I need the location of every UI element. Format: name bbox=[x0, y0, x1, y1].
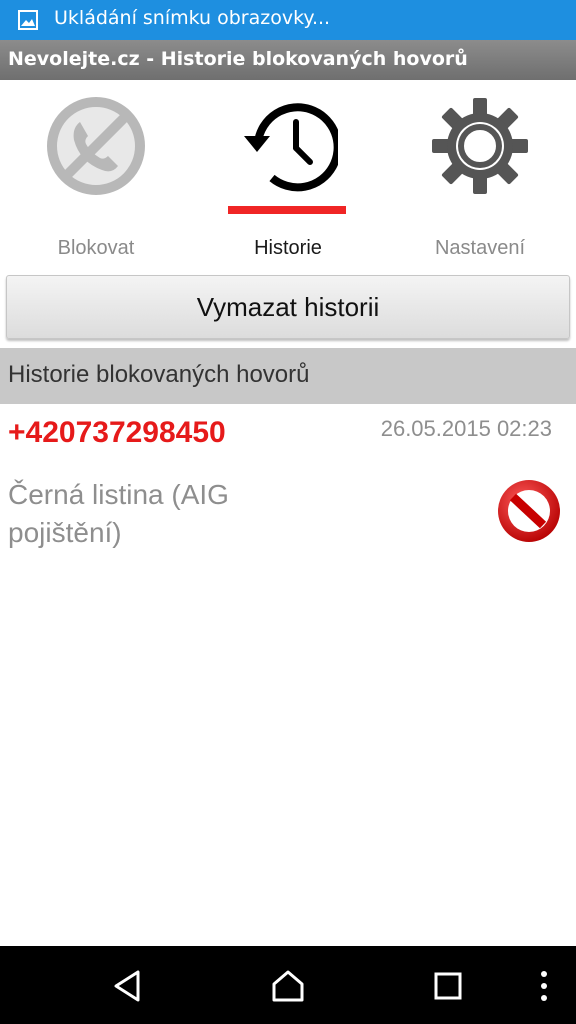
active-tab-indicator bbox=[228, 206, 346, 214]
tab-blokovat[interactable]: Blokovat bbox=[0, 80, 192, 270]
back-icon[interactable] bbox=[110, 968, 146, 1004]
tab-label-nastaveni: Nastavení bbox=[434, 237, 526, 259]
blocked-phone-icon bbox=[47, 97, 145, 195]
app-title-bar: Nevolejte.cz - Historie blokovaných hovo… bbox=[0, 40, 576, 80]
section-title: Historie blokovaných hovorů bbox=[8, 361, 310, 388]
image-icon bbox=[18, 10, 38, 30]
phone-number: +420737298450 bbox=[8, 416, 226, 449]
gear-icon bbox=[432, 98, 528, 194]
status-bar: Ukládání snímku obrazovky... bbox=[0, 0, 576, 40]
home-icon[interactable] bbox=[270, 968, 306, 1004]
call-datetime: 26.05.2015 02:23 bbox=[380, 416, 552, 441]
no-entry-icon bbox=[498, 480, 560, 542]
app-title: Nevolejte.cz - Historie blokovaných hovo… bbox=[8, 48, 468, 70]
history-clock-icon bbox=[244, 103, 338, 192]
more-icon[interactable] bbox=[526, 968, 562, 1004]
clear-history-button[interactable]: Vymazat historii bbox=[6, 275, 570, 339]
recents-icon[interactable] bbox=[430, 968, 466, 1004]
tab-label-blokovat: Blokovat bbox=[57, 237, 135, 259]
list-item[interactable]: +420737298450 26.05.2015 02:23 Černá lis… bbox=[0, 404, 576, 564]
tab-historie[interactable]: Historie bbox=[192, 80, 384, 270]
block-reason: Černá listina (AIG pojištění) bbox=[8, 479, 229, 548]
tab-label-historie: Historie bbox=[254, 237, 322, 259]
section-header: Historie blokovaných hovorů bbox=[0, 348, 576, 404]
system-nav-bar bbox=[0, 946, 576, 1024]
tab-nastaveni[interactable]: Nastavení bbox=[384, 80, 576, 270]
status-text: Ukládání snímku obrazovky... bbox=[54, 7, 331, 29]
